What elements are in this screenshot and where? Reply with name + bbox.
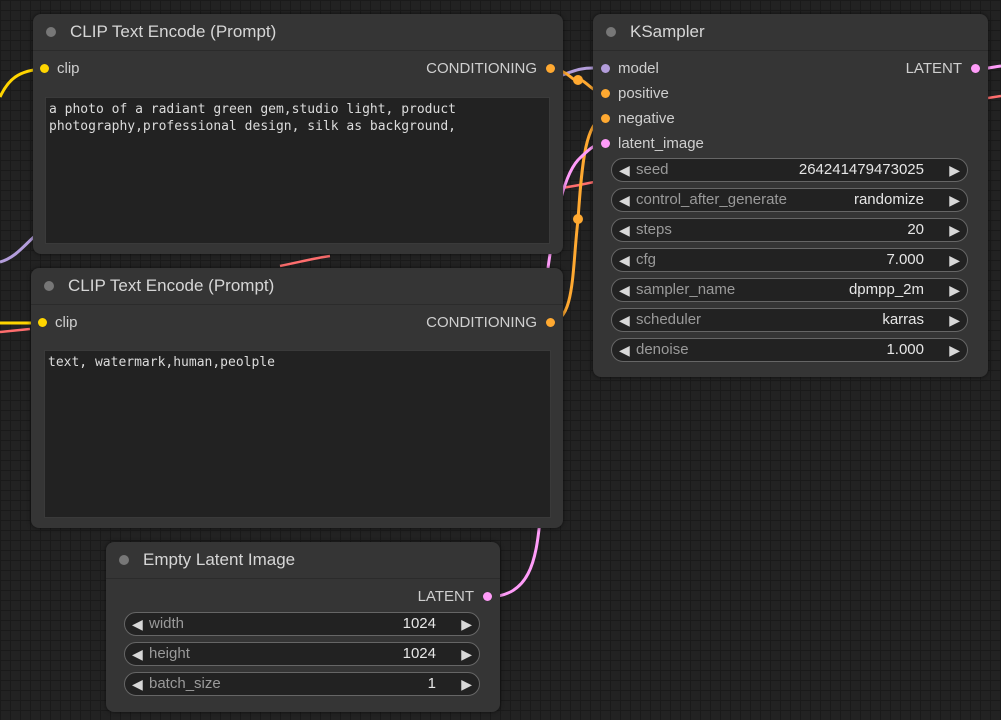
conditioning-output-dot-icon[interactable] — [546, 64, 555, 73]
ksampler-node[interactable]: KSampler model positive negative latent_… — [593, 14, 988, 377]
height-widget[interactable]: ◀ height 1024 ▶ — [124, 642, 480, 666]
negative-input-dot-icon[interactable] — [601, 114, 610, 123]
decrement-arrow-icon[interactable]: ◀ — [619, 279, 630, 301]
negative-input-label: negative — [618, 110, 675, 127]
latent-output-label: LATENT — [417, 588, 474, 605]
widget-name: denoise — [636, 341, 689, 358]
widget-name: height — [149, 645, 190, 662]
seed-widget[interactable]: ◀ seed 264241479473025 ▶ — [611, 158, 968, 182]
scheduler-widget[interactable]: ◀ scheduler karras ▶ — [611, 308, 968, 332]
decrement-arrow-icon[interactable]: ◀ — [619, 159, 630, 181]
collapse-dot-icon[interactable] — [44, 281, 54, 291]
clip-input-dot-icon[interactable] — [40, 64, 49, 73]
node-title-bar[interactable]: CLIP Text Encode (Prompt) — [31, 268, 563, 305]
node-title-bar[interactable]: CLIP Text Encode (Prompt) — [33, 14, 563, 51]
conditioning-output-dot-icon[interactable] — [546, 318, 555, 327]
reroute-dot — [573, 75, 583, 85]
model-input-label: model — [618, 60, 659, 77]
increment-arrow-icon[interactable]: ▶ — [949, 159, 960, 181]
clip-text-encode-negative-node[interactable]: CLIP Text Encode (Prompt) clip CONDITION… — [31, 268, 563, 528]
decrement-arrow-icon[interactable]: ◀ — [619, 189, 630, 211]
steps-widget[interactable]: ◀ steps 20 ▶ — [611, 218, 968, 242]
widget-value: 20 — [907, 221, 924, 238]
conditioning-output-label: CONDITIONING — [426, 60, 537, 77]
positive-input-dot-icon[interactable] — [601, 89, 610, 98]
widget-name: seed — [636, 161, 669, 178]
widget-value: 1.000 — [886, 341, 924, 358]
latent-output-dot-icon[interactable] — [971, 64, 980, 73]
decrement-arrow-icon[interactable]: ◀ — [132, 673, 143, 695]
widget-value: karras — [882, 311, 924, 328]
node-title: Empty Latent Image — [143, 550, 296, 569]
widget-value: 264241479473025 — [798, 161, 924, 178]
latent-image-input-label: latent_image — [618, 135, 704, 152]
increment-arrow-icon[interactable]: ▶ — [949, 249, 960, 271]
sampler-name-widget[interactable]: ◀ sampler_name dpmpp_2m ▶ — [611, 278, 968, 302]
width-widget[interactable]: ◀ width 1024 ▶ — [124, 612, 480, 636]
widget-name: width — [149, 615, 185, 632]
batch-size-widget[interactable]: ◀ batch_size 1 ▶ — [124, 672, 480, 696]
increment-arrow-icon[interactable]: ▶ — [949, 189, 960, 211]
node-title: CLIP Text Encode (Prompt) — [70, 22, 277, 41]
cfg-widget[interactable]: ◀ cfg 7.000 ▶ — [611, 248, 968, 272]
conditioning-output-label: CONDITIONING — [426, 314, 537, 331]
collapse-dot-icon[interactable] — [606, 27, 616, 37]
node-title-bar[interactable]: Empty Latent Image — [106, 542, 500, 579]
clip-input-label: clip — [57, 60, 80, 77]
link-vae — [987, 94, 1001, 100]
widget-name: sampler_name — [636, 281, 736, 298]
widget-value: 7.000 — [886, 251, 924, 268]
increment-arrow-icon[interactable]: ▶ — [461, 673, 472, 695]
link-vae — [0, 327, 31, 334]
increment-arrow-icon[interactable]: ▶ — [461, 643, 472, 665]
widget-name: control_after_generate — [636, 191, 787, 208]
decrement-arrow-icon[interactable]: ◀ — [619, 339, 630, 361]
positive-input-label: positive — [618, 85, 669, 102]
link-vae — [279, 254, 331, 268]
node-title: KSampler — [630, 22, 705, 41]
model-input-dot-icon[interactable] — [601, 64, 610, 73]
prompt-textarea[interactable]: a photo of a radiant green gem,studio li… — [45, 97, 550, 244]
widget-value: 1024 — [402, 615, 436, 632]
increment-arrow-icon[interactable]: ▶ — [461, 613, 472, 635]
latent-output-label: LATENT — [905, 60, 962, 77]
node-title-bar[interactable]: KSampler — [593, 14, 988, 51]
latent-image-input-dot-icon[interactable] — [601, 139, 610, 148]
prompt-textarea[interactable]: text, watermark,human,peolple — [44, 350, 551, 518]
latent-output-dot-icon[interactable] — [483, 592, 492, 601]
increment-arrow-icon[interactable]: ▶ — [949, 339, 960, 361]
widget-value: 1024 — [402, 645, 436, 662]
decrement-arrow-icon[interactable]: ◀ — [619, 219, 630, 241]
decrement-arrow-icon[interactable]: ◀ — [619, 309, 630, 331]
collapse-dot-icon[interactable] — [119, 555, 129, 565]
decrement-arrow-icon[interactable]: ◀ — [132, 643, 143, 665]
increment-arrow-icon[interactable]: ▶ — [949, 279, 960, 301]
node-title: CLIP Text Encode (Prompt) — [68, 276, 275, 295]
denoise-widget[interactable]: ◀ denoise 1.000 ▶ — [611, 338, 968, 362]
decrement-arrow-icon[interactable]: ◀ — [619, 249, 630, 271]
widget-name: steps — [636, 221, 672, 238]
widget-name: batch_size — [149, 675, 221, 692]
widget-value: randomize — [853, 191, 924, 208]
reroute-dot — [573, 214, 583, 224]
widget-name: cfg — [636, 251, 657, 268]
increment-arrow-icon[interactable]: ▶ — [949, 309, 960, 331]
clip-input-label: clip — [55, 314, 78, 331]
clip-input-dot-icon[interactable] — [38, 318, 47, 327]
control-after-generate-widget[interactable]: ◀ control_after_generate randomize ▶ — [611, 188, 968, 212]
widget-value: dpmpp_2m — [848, 281, 924, 298]
decrement-arrow-icon[interactable]: ◀ — [132, 613, 143, 635]
clip-text-encode-positive-node[interactable]: CLIP Text Encode (Prompt) clip CONDITION… — [33, 14, 563, 254]
empty-latent-image-node[interactable]: Empty Latent Image LATENT ◀ width 1024 ▶… — [106, 542, 500, 712]
collapse-dot-icon[interactable] — [46, 27, 56, 37]
widget-name: scheduler — [636, 311, 702, 328]
widget-value: 1 — [427, 675, 436, 692]
increment-arrow-icon[interactable]: ▶ — [949, 219, 960, 241]
